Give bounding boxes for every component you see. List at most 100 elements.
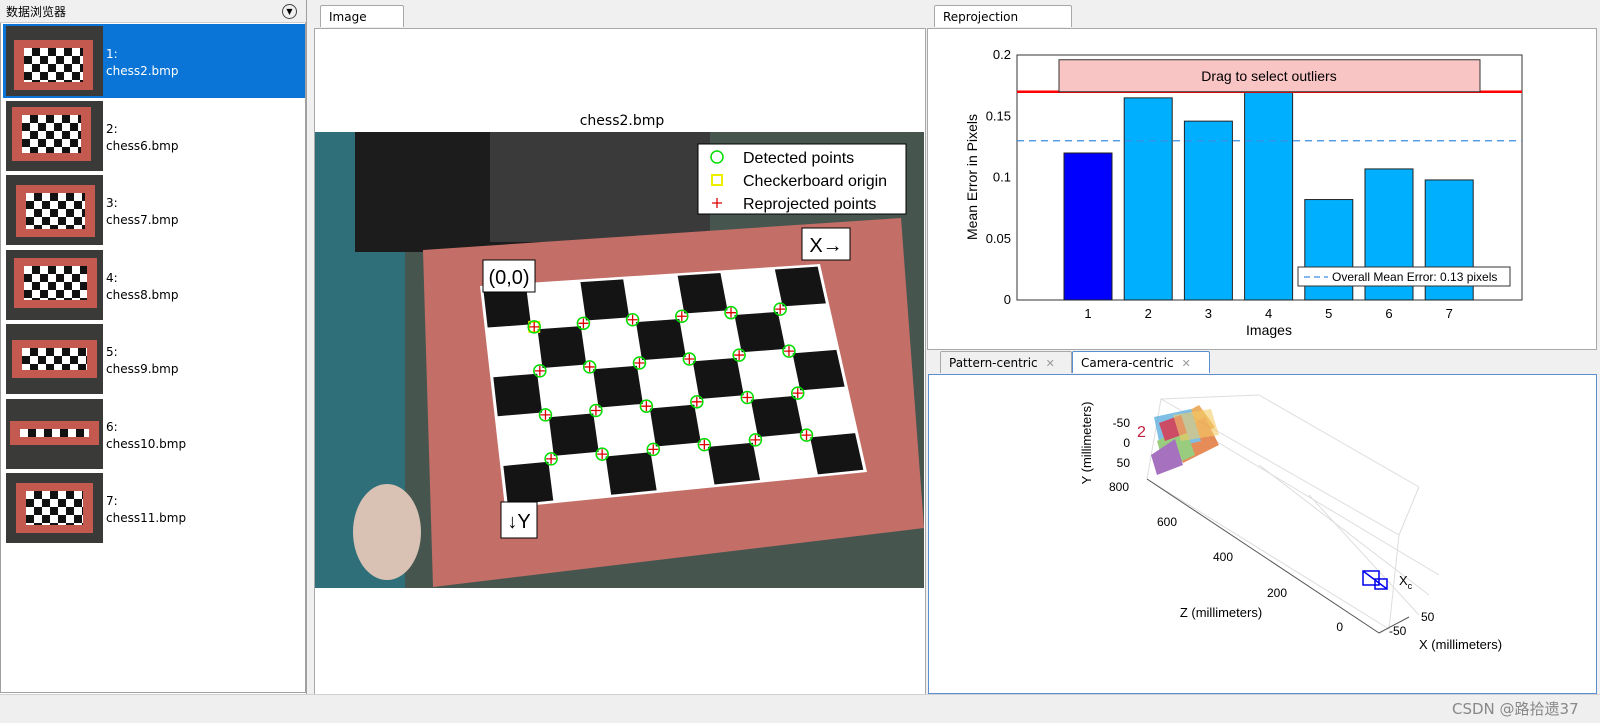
detected-point bbox=[732, 348, 746, 362]
tab-camera-label: Camera-centric bbox=[1081, 356, 1174, 370]
circle-chevron-down-icon[interactable]: ▼ bbox=[282, 4, 297, 19]
checker-square bbox=[593, 365, 643, 408]
y-tick-group: 0 0.05 0.1 0.15 0.2 bbox=[986, 47, 1011, 307]
thumbnail-board bbox=[14, 257, 97, 308]
thumbnail-board bbox=[16, 483, 93, 533]
image-thumbnail bbox=[6, 26, 103, 96]
detected-point bbox=[782, 344, 796, 358]
detected-point bbox=[690, 395, 704, 409]
reprojection-chart: 0 0.05 0.1 0.15 0.2 1 2 3 4 5 6 7 Drag to select o… bbox=[964, 47, 1523, 338]
detected-point bbox=[748, 433, 763, 447]
thumbnail-checkerboard bbox=[22, 348, 87, 370]
y-tick-label: 0.2 bbox=[993, 47, 1011, 62]
detected-point bbox=[576, 316, 591, 331]
checker-square bbox=[605, 452, 657, 495]
list-item-name: chess8.bmp bbox=[106, 287, 179, 302]
tab-pattern-centric[interactable]: Pattern-centric ✕ bbox=[940, 351, 1072, 373]
browser-header: 数据浏览器 ▼ bbox=[0, 0, 306, 23]
detected-point bbox=[589, 403, 603, 418]
y-tick-label: 0.15 bbox=[986, 108, 1011, 123]
list-item-index: 5: bbox=[106, 345, 118, 359]
legend-detected: Detected points bbox=[743, 150, 854, 167]
detected-point bbox=[625, 313, 640, 327]
y-tick-label: 0.05 bbox=[986, 231, 1011, 246]
checker-square bbox=[734, 311, 786, 353]
z-tick: 200 bbox=[1267, 586, 1287, 600]
drag-select-label: Drag to select outliers bbox=[1201, 68, 1336, 84]
detected-point bbox=[697, 437, 712, 452]
thumbnail-checkerboard bbox=[24, 265, 87, 300]
legend-origin: Checkerboard origin bbox=[743, 173, 887, 190]
bar[interactable] bbox=[1123, 97, 1173, 301]
watermark: CSDN @路拾遗37 bbox=[1452, 700, 1579, 718]
z-tick: 0 bbox=[1336, 620, 1343, 634]
list-item-name: chess6.bmp bbox=[106, 138, 179, 153]
image-thumbnail bbox=[6, 100, 103, 171]
y-axis-label: ↓Y bbox=[507, 511, 530, 533]
list-item-name: chess9.bmp bbox=[106, 362, 179, 376]
bar[interactable] bbox=[1244, 90, 1294, 301]
close-icon[interactable]: ✕ bbox=[1182, 357, 1191, 370]
camera-icon bbox=[1362, 570, 1388, 590]
calibration-patterns bbox=[1151, 405, 1219, 475]
camera-centric-plot: 2 Xc -50 0 50 Y (millimeters) 800 600 40… bbox=[1079, 394, 1502, 652]
tab-image[interactable]: Image bbox=[320, 5, 404, 27]
detected-point bbox=[639, 399, 654, 413]
calibration-image-svg: (0,0) X→ ↓Y Detected points Checkerboard… bbox=[315, 132, 924, 588]
bar[interactable] bbox=[1063, 152, 1113, 301]
grid-line bbox=[1160, 394, 1260, 400]
list-item[interactable]: 4: chess8.bmp bbox=[3, 248, 305, 322]
x-tick-label: 5 bbox=[1325, 306, 1332, 321]
origin-label: (0,0) bbox=[488, 267, 529, 289]
x-axis-label: X→ bbox=[809, 235, 842, 257]
detected-point bbox=[724, 305, 738, 320]
thumbnail-checkerboard bbox=[26, 491, 83, 525]
image-thumbnail bbox=[6, 249, 103, 320]
thumbnail-board bbox=[12, 106, 91, 161]
list-item-index: 3: bbox=[106, 196, 118, 210]
detected-point bbox=[595, 447, 609, 461]
list-item[interactable]: 3: chess7.bmp bbox=[3, 173, 305, 247]
x-tick-label: 1 bbox=[1084, 306, 1091, 321]
z-tick: 400 bbox=[1213, 550, 1233, 564]
y-tick: 50 bbox=[1117, 456, 1131, 470]
grid-line bbox=[1258, 394, 1420, 488]
hand bbox=[353, 484, 421, 580]
image-thumbnail bbox=[6, 398, 103, 469]
detected-point bbox=[582, 360, 597, 374]
detected-point bbox=[682, 352, 697, 366]
thumbnail-board bbox=[14, 40, 93, 90]
image-list: 1: chess2.bmp 2: chess6.bmp 3: chess7.bmp 4: ch… bbox=[0, 23, 306, 693]
x-tick-label: 4 bbox=[1265, 306, 1272, 321]
tab-reprojection-errors[interactable]: Reprojection Errors✕ bbox=[934, 5, 1072, 46]
list-item[interactable]: 1: chess2.bmp bbox=[3, 24, 305, 98]
x-tick-label: 3 bbox=[1205, 306, 1212, 321]
x-tick: 50 bbox=[1421, 610, 1435, 624]
list-item[interactable]: 6: chess10.bmp bbox=[3, 397, 305, 471]
image-thumbnail bbox=[6, 175, 103, 245]
y-tick: 0 bbox=[1123, 436, 1130, 450]
list-item[interactable]: 7: chess11.bmp bbox=[3, 471, 305, 545]
detected-point bbox=[632, 356, 647, 370]
thumbnail-board bbox=[16, 185, 95, 237]
bar[interactable] bbox=[1183, 120, 1233, 301]
checker-square bbox=[692, 357, 744, 400]
y-tick-label: 0.1 bbox=[993, 170, 1011, 185]
tab-image-label: Image bbox=[329, 10, 367, 24]
tab-camera-centric[interactable]: Camera-centric ✕ bbox=[1072, 351, 1210, 373]
tab-pattern-label: Pattern-centric bbox=[949, 356, 1038, 370]
detected-point bbox=[799, 428, 814, 442]
close-icon[interactable]: ✕ bbox=[1046, 357, 1055, 370]
detected-point bbox=[790, 386, 805, 400]
status-bar bbox=[0, 694, 1600, 723]
thumbnail-checkerboard bbox=[22, 114, 81, 153]
list-item[interactable]: 5: chess9.bmp bbox=[3, 322, 305, 396]
camera-centric-panel: 2 Xc -50 0 50 Y (millimeters) 800 600 40… bbox=[928, 374, 1597, 694]
pattern-id-label: 2 bbox=[1137, 424, 1146, 441]
checker-square bbox=[649, 404, 701, 447]
y-axis-title: Y (millimeters) bbox=[1079, 402, 1094, 485]
list-item[interactable]: 2: chess6.bmp bbox=[3, 99, 305, 173]
checker-square bbox=[792, 349, 845, 391]
z-tick: 600 bbox=[1157, 515, 1177, 529]
list-item-index: 7: bbox=[106, 494, 118, 508]
